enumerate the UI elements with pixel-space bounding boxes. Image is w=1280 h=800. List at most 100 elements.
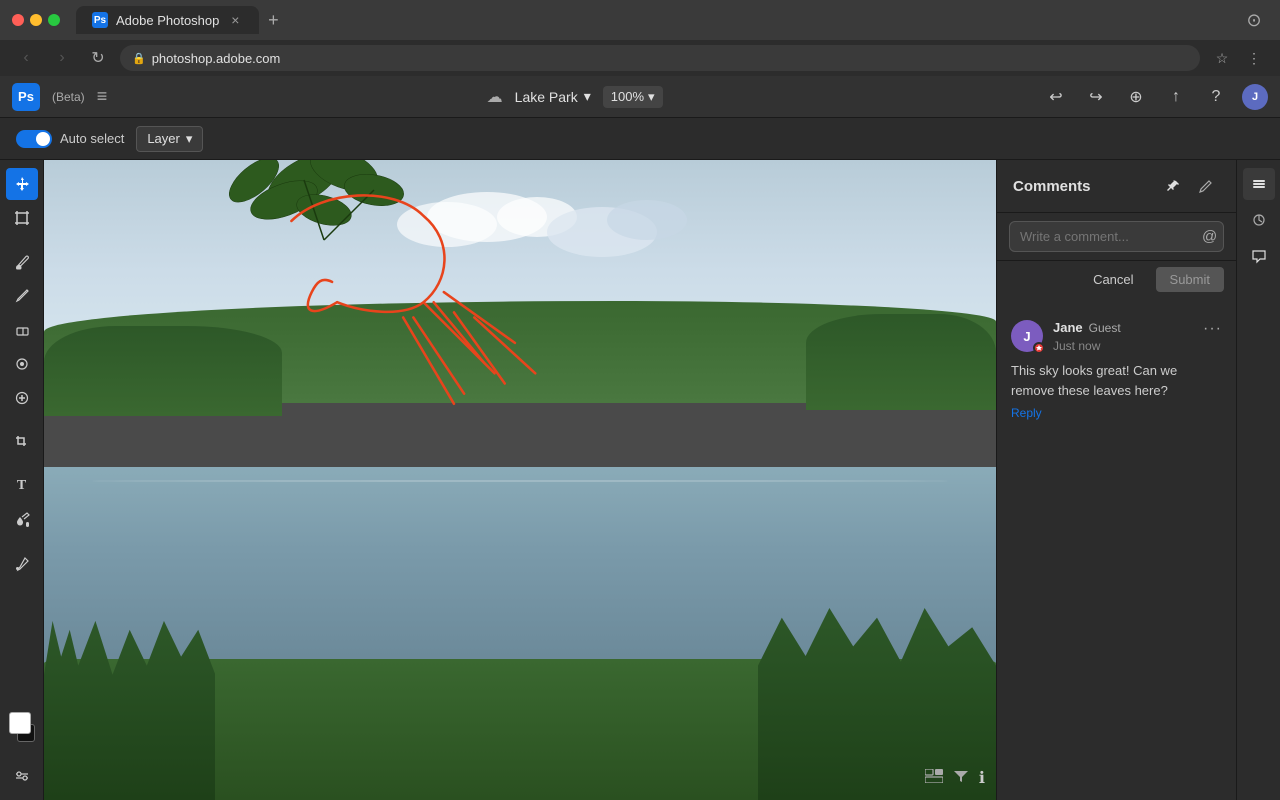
comments-sidebar-icon[interactable] — [1243, 240, 1275, 272]
comment-input-area: @ — [997, 213, 1236, 261]
pencil-tool[interactable] — [6, 280, 38, 312]
comment-author-row: Jane Guest — [1053, 320, 1193, 335]
layer-chevron-icon: ▾ — [186, 131, 193, 147]
comment-input-wrapper: @ — [1009, 221, 1224, 252]
ps-toolbar: Auto select Layer ▾ — [0, 118, 1280, 160]
filter-icon[interactable] — [953, 769, 969, 788]
comment-header: J Jane Guest Ju — [1011, 320, 1222, 355]
hamburger-menu-icon[interactable]: ≡ — [97, 86, 108, 107]
search-icon[interactable]: ⊕ — [1122, 83, 1150, 111]
header-center: ☁ Lake Park ▾ 100% ▾ — [119, 86, 1030, 108]
cloud-icon: ☁ — [487, 87, 503, 107]
comment-more-button[interactable]: ··· — [1203, 320, 1222, 338]
grass-left — [44, 621, 215, 800]
type-tool-label: T — [17, 478, 26, 494]
layer-dropdown[interactable]: Layer ▾ — [136, 126, 203, 152]
tab-bar: Ps Adobe Photoshop × + — [76, 6, 1232, 34]
move-tool[interactable] — [6, 168, 38, 200]
submit-button[interactable]: Submit — [1156, 267, 1224, 292]
crop-tool[interactable] — [6, 426, 38, 458]
beta-label: (Beta) — [52, 90, 85, 104]
adjustments-panel-icon[interactable] — [1243, 204, 1275, 236]
ps-header: Ps (Beta) ≡ ☁ Lake Park ▾ 100% ▾ ↩ ↪ ⊕ ↑… — [0, 76, 1280, 118]
browser-titlebar: Ps Adobe Photoshop × + ⊙ — [0, 0, 1280, 40]
browser-nav: ‹ › ↻ 🔒 photoshop.adobe.com ☆ ⋮ — [0, 40, 1280, 76]
tab-favicon: Ps — [92, 12, 108, 28]
comments-panel: Comments — [996, 160, 1236, 800]
brush-tool[interactable] — [6, 246, 38, 278]
layers-panel-icon[interactable] — [1243, 168, 1275, 200]
treeline-right — [806, 314, 996, 410]
close-button[interactable] — [12, 14, 24, 26]
help-icon[interactable]: ? — [1202, 83, 1230, 111]
comment-role: Guest — [1089, 321, 1121, 335]
window-buttons — [12, 14, 60, 26]
comment-avatar: J — [1011, 320, 1043, 352]
comments-list: J Jane Guest Ju — [997, 302, 1236, 800]
user-avatar[interactable]: J — [1242, 84, 1268, 110]
ps-main: T — [0, 160, 1280, 800]
forward-button[interactable]: › — [48, 44, 76, 72]
color-swatches[interactable] — [7, 712, 37, 742]
back-button[interactable]: ‹ — [12, 44, 40, 72]
comment-input[interactable] — [1020, 229, 1196, 244]
maximize-button[interactable] — [48, 14, 60, 26]
type-tool[interactable]: T — [6, 470, 38, 502]
leaves-svg — [224, 160, 424, 270]
foreground-color[interactable] — [9, 712, 31, 734]
extensions-icon[interactable]: ⋮ — [1240, 44, 1268, 72]
eraser-tool[interactable] — [6, 314, 38, 346]
avatar-badge — [1033, 342, 1045, 354]
leaves-overlay — [224, 160, 424, 270]
ps-logo: Ps — [12, 83, 40, 111]
url-text: photoshop.adobe.com — [152, 51, 281, 66]
artboard-tool[interactable] — [6, 202, 38, 234]
auto-select-switch[interactable] — [16, 130, 52, 148]
edit-tool-button[interactable] — [1192, 172, 1220, 200]
reply-button[interactable]: Reply — [1011, 406, 1042, 420]
bottom-panel-icons: ℹ — [925, 768, 985, 788]
comment-text: This sky looks great! Can we remove thes… — [1011, 361, 1222, 400]
lock-icon: 🔒 — [132, 52, 146, 65]
reload-button[interactable]: ↻ — [84, 44, 112, 72]
info-icon[interactable]: ℹ — [979, 768, 985, 788]
zoom-chevron-icon: ▾ — [648, 89, 655, 105]
adjustment-tool[interactable] — [6, 760, 38, 792]
cancel-button[interactable]: Cancel — [1079, 267, 1147, 292]
clone-stamp-tool[interactable] — [6, 348, 38, 380]
at-mention-icon[interactable]: @ — [1202, 228, 1217, 245]
filename-text: Lake Park — [515, 89, 578, 105]
zoom-control[interactable]: 100% ▾ — [603, 86, 663, 108]
comment-time: Just now — [1053, 339, 1100, 353]
share-icon[interactable]: ↑ — [1162, 83, 1190, 111]
minimize-button[interactable] — [30, 14, 42, 26]
lake-shimmer — [92, 480, 949, 482]
paint-bucket-tool[interactable] — [6, 504, 38, 536]
address-bar[interactable]: 🔒 photoshop.adobe.com — [120, 45, 1200, 71]
view-toggle-icon[interactable] — [925, 769, 943, 788]
tab-close-button[interactable]: × — [227, 12, 243, 28]
new-tab-button[interactable]: + — [259, 6, 287, 34]
browser-chrome: Ps Adobe Photoshop × + ⊙ ‹ › ↻ 🔒 photosh… — [0, 0, 1280, 76]
comment-item: J Jane Guest Ju — [997, 310, 1236, 432]
ps-toolbox: T — [0, 160, 44, 800]
photoshop-app: Ps (Beta) ≡ ☁ Lake Park ▾ 100% ▾ ↩ ↪ ⊕ ↑… — [0, 76, 1280, 800]
bookmark-icon[interactable]: ☆ — [1208, 44, 1236, 72]
chevron-down-icon: ▾ — [584, 88, 591, 105]
filename-dropdown[interactable]: Lake Park ▾ — [515, 88, 591, 105]
nav-right-buttons: ☆ ⋮ — [1208, 44, 1268, 72]
comment-meta: Jane Guest Just now — [1053, 320, 1193, 355]
profile-icon[interactable]: ⊙ — [1240, 6, 1268, 34]
comment-author: Jane — [1053, 320, 1083, 335]
undo-button[interactable]: ↩ — [1042, 83, 1070, 111]
heal-tool[interactable] — [6, 382, 38, 414]
pin-tool-button[interactable] — [1160, 172, 1188, 200]
header-right: ↩ ↪ ⊕ ↑ ? J — [1042, 83, 1268, 111]
auto-select-toggle: Auto select — [16, 130, 124, 148]
tab-label: Adobe Photoshop — [116, 13, 219, 28]
active-tab[interactable]: Ps Adobe Photoshop × — [76, 6, 259, 34]
treeline-left — [44, 326, 282, 416]
eyedropper-tool[interactable] — [6, 548, 38, 580]
redo-button[interactable]: ↪ — [1082, 83, 1110, 111]
panel-tools — [1160, 172, 1220, 200]
